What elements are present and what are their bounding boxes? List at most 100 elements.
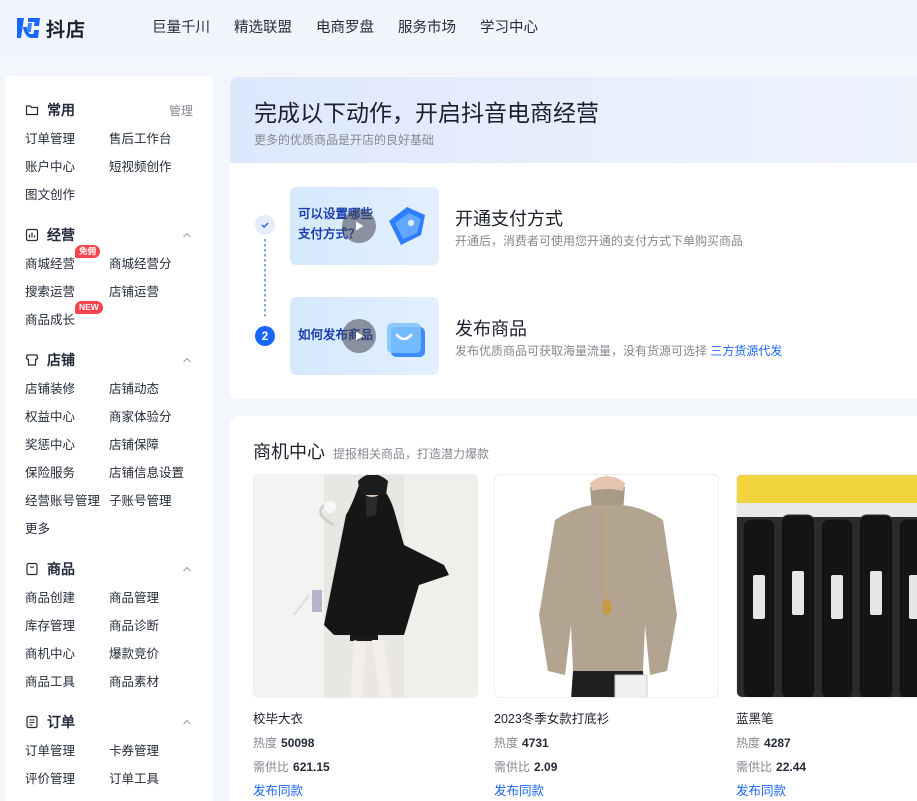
step-number: 2 xyxy=(255,326,275,346)
sidebar-item-coupon-management[interactable]: 卡券管理 xyxy=(109,742,209,760)
page-subtitle: 更多的优质商品是开店的良好基础 xyxy=(254,133,435,147)
sidebar-item-short-video[interactable]: 短视频创作 xyxy=(109,158,209,176)
sidebar-item-product-diagnosis[interactable]: 商品诊断 xyxy=(109,617,209,635)
sidebar-item-search-operation[interactable]: 搜索运营 xyxy=(25,283,109,301)
sidebar-item-opportunity-center[interactable]: 商机中心 xyxy=(25,645,109,663)
product-heat: 热度 50098 xyxy=(253,734,478,752)
desc-text: 发布优质商品可获取海量流量，没有货源可选择 xyxy=(455,344,711,358)
sidebar-item-product-management[interactable]: 商品管理 xyxy=(109,589,209,607)
sidebar-item-hot-bidding[interactable]: 爆款竞价 xyxy=(109,645,209,663)
sidebar-section-store: 店铺 店铺装修 店铺动态 权益中心 商家体验分 奖惩中心 店铺保障 保险服务 店… xyxy=(25,349,193,538)
chevron-up-icon[interactable] xyxy=(181,716,193,728)
ratio-label: 需供比 xyxy=(494,760,531,774)
sidebar-item-inventory[interactable]: 库存管理 xyxy=(25,617,109,635)
sidebar-section-order: 订单 订单管理 卡券管理 评价管理 订单工具 xyxy=(25,711,193,788)
step-payment: 可以设置哪些 支付方式？ 开通支付方式 开通后，消费者可使用您开通的支付方式下单… xyxy=(230,186,917,266)
nav-service-market[interactable]: 服务市场 xyxy=(398,18,456,38)
section-title: 经营 xyxy=(47,227,75,243)
section-title: 商机中心 xyxy=(253,442,325,462)
nav-learning-center[interactable]: 学习中心 xyxy=(480,18,538,38)
heat-label: 热度 xyxy=(736,736,761,750)
section-header[interactable]: 商品 xyxy=(25,558,193,580)
publish-same-button[interactable]: 发布同款 xyxy=(736,782,917,800)
shopping-bag-icon xyxy=(387,323,425,357)
product-heat: 热度 4731 xyxy=(494,734,719,752)
sidebar-item-order-management[interactable]: 订单管理 xyxy=(25,130,109,148)
publish-video-thumbnail[interactable]: 如何发布商品 xyxy=(290,297,439,375)
manage-button[interactable]: 管理 xyxy=(169,102,193,119)
publish-same-button[interactable]: 发布同款 xyxy=(253,782,478,800)
section-items: 商城经营 免佣 商城经营分 搜索运营 店铺运营 商品成长 NEW xyxy=(25,245,193,329)
play-button[interactable] xyxy=(342,319,376,353)
sidebar-item-order-management-2[interactable]: 订单管理 xyxy=(25,742,109,760)
heat-label: 热度 xyxy=(253,736,278,750)
section-header[interactable]: 订单 xyxy=(25,711,193,733)
sidebar-item-store-operation[interactable]: 店铺运营 xyxy=(109,283,209,301)
sidebar-item-aftersale-workbench[interactable]: 售后工作台 xyxy=(109,130,209,148)
product-card[interactable]: 校毕大衣 热度 50098 需供比 621.15 发布同款 xyxy=(253,474,478,800)
sidebar-item-business-account[interactable]: 经营账号管理 xyxy=(25,492,109,510)
publish-same-button[interactable]: 发布同款 xyxy=(494,782,719,800)
sidebar-item-more[interactable]: 更多 xyxy=(25,520,109,538)
sidebar-item-review-management[interactable]: 评价管理 xyxy=(25,770,109,788)
product-ratio: 需供比 2.09 xyxy=(494,758,719,776)
chevron-up-icon[interactable] xyxy=(181,354,193,366)
section-header[interactable]: 店铺 xyxy=(25,349,193,371)
logo[interactable]: 抖店 xyxy=(14,14,86,42)
folder-icon xyxy=(25,105,39,116)
chevron-up-icon[interactable] xyxy=(181,229,193,241)
sidebar-item-graphic-creation[interactable]: 图文创作 xyxy=(25,186,109,204)
section-header[interactable]: 经营 xyxy=(25,224,193,246)
section-subtitle: 提报相关商品，打造潜力爆款 xyxy=(333,447,490,461)
sidebar-item-order-tools[interactable]: 订单工具 xyxy=(109,770,209,788)
step-description: 开通后，消费者可使用您开通的支付方式下单购买商品 xyxy=(455,234,744,248)
chart-icon xyxy=(25,228,39,242)
step-title: 开通支付方式 xyxy=(455,209,563,229)
chevron-up-icon[interactable] xyxy=(181,563,193,575)
sidebar-item-store-news[interactable]: 店铺动态 xyxy=(109,380,209,398)
heat-value: 4731 xyxy=(522,736,549,750)
wallet-tag-icon xyxy=(389,207,425,245)
product-icon xyxy=(26,562,38,576)
sidebar-item-insurance[interactable]: 保险服务 xyxy=(25,464,109,482)
sidebar-item-store-info-settings[interactable]: 店铺信息设置 xyxy=(109,464,209,482)
nav-qianchuan[interactable]: 巨量千川 xyxy=(152,18,210,38)
product-card[interactable]: 2023冬季女款打底衫 热度 4731 需供比 2.09 发布同款 xyxy=(494,474,719,800)
sidebar-item-product-tools[interactable]: 商品工具 xyxy=(25,673,109,691)
third-party-sourcing-link[interactable]: 三方货源代发 xyxy=(710,344,782,358)
nav-alliance[interactable]: 精选联盟 xyxy=(234,18,292,38)
nav-compass[interactable]: 电商罗盘 xyxy=(316,18,374,38)
sidebar-item-product-material[interactable]: 商品素材 xyxy=(109,673,209,691)
sidebar-item-mall-score[interactable]: 商城经营分 xyxy=(109,255,209,273)
sidebar-item-account-center[interactable]: 账户中心 xyxy=(25,158,109,176)
sidebar-item-mall-operation[interactable]: 商城经营 免佣 xyxy=(25,245,109,273)
sidebar-item-product-growth[interactable]: 商品成长 NEW xyxy=(25,301,109,329)
section-items: 订单管理 卡券管理 评价管理 订单工具 xyxy=(25,742,193,788)
section-items: 店铺装修 店铺动态 权益中心 商家体验分 奖惩中心 店铺保障 保险服务 店铺信息… xyxy=(25,380,193,538)
ratio-value: 2.09 xyxy=(534,760,558,774)
sidebar-item-product-create[interactable]: 商品创建 xyxy=(25,589,109,607)
item-label: 商品成长 xyxy=(25,313,76,327)
play-button[interactable] xyxy=(342,209,376,243)
commission-free-badge: 免佣 xyxy=(75,245,101,258)
product-heat: 热度 4287 xyxy=(736,734,917,752)
heat-label: 热度 xyxy=(494,736,519,750)
sidebar-item-store-decoration[interactable]: 店铺装修 xyxy=(25,380,109,398)
product-image-coat[interactable] xyxy=(253,474,478,698)
sidebar-item-sub-account[interactable]: 子账号管理 xyxy=(109,492,209,510)
product-card[interactable]: 蓝黑笔 热度 4287 需供比 22.44 发布同款 xyxy=(736,474,917,800)
logo-text: 抖店 xyxy=(46,19,87,41)
payment-video-thumbnail[interactable]: 可以设置哪些 支付方式？ xyxy=(290,187,439,265)
sidebar-item-merchant-experience[interactable]: 商家体验分 xyxy=(109,408,209,426)
sidebar-item-reward-punish[interactable]: 奖惩中心 xyxy=(25,436,109,454)
ratio-label: 需供比 xyxy=(736,760,773,774)
product-image-sweater[interactable] xyxy=(494,474,719,698)
sidebar-item-store-guarantee[interactable]: 店铺保障 xyxy=(109,436,209,454)
sidebar-item-rights-center[interactable]: 权益中心 xyxy=(25,408,109,426)
step-title: 发布商品 xyxy=(455,319,527,339)
step-publish-product: 2 如何发布商品 发布商品 发布优质商品可获取海量流量，没有货源可选择 三方货源… xyxy=(230,296,917,376)
product-image-pens[interactable] xyxy=(736,474,917,698)
sidebar: 常用 管理 订单管理 售后工作台 账户中心 短视频创作 图文创作 经营 商城经营… xyxy=(5,76,213,801)
ratio-value: 22.44 xyxy=(776,760,807,774)
top-nav: 巨量千川 精选联盟 电商罗盘 服务市场 学习中心 xyxy=(152,18,562,38)
